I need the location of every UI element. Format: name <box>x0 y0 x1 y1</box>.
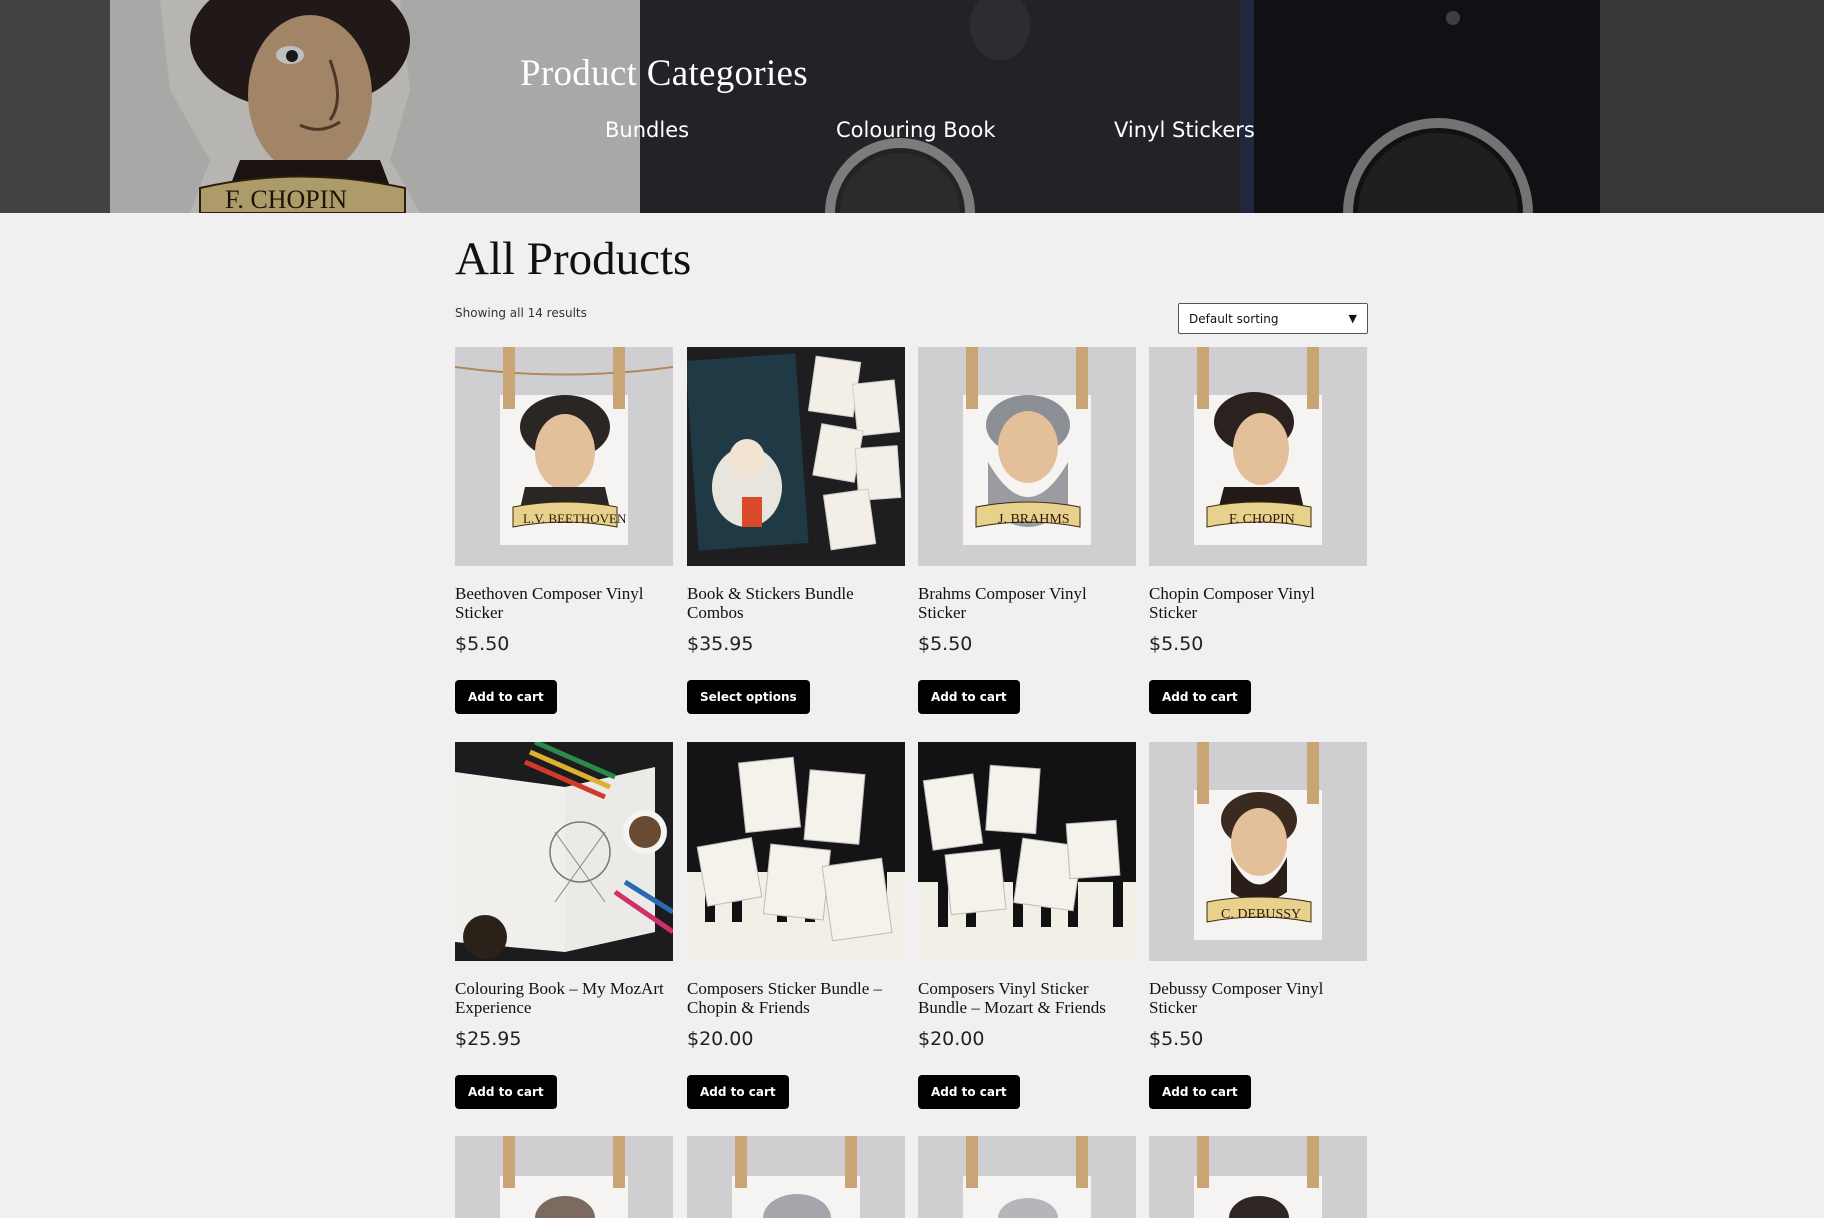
product-image[interactable] <box>687 347 905 566</box>
sticker-label-text: F. CHOPIN <box>1229 512 1295 527</box>
product-card: C. DEBUSSY Debussy Composer Vinyl Sticke… <box>1149 742 1367 1109</box>
product-card: L.V. BEETHOVEN Beethoven Composer Vinyl … <box>455 347 673 714</box>
sort-selected-value: Default sorting <box>1189 311 1279 326</box>
sticker-label-text: C. DEBUSSY <box>1221 907 1301 922</box>
product-name[interactable]: Book & Stickers Bundle Combos <box>687 584 905 622</box>
product-card: Composers Sticker Bundle – Chopin & Frie… <box>687 742 905 1109</box>
product-price: $25.95 <box>455 1028 522 1050</box>
add-to-cart-button[interactable]: Add to cart <box>918 680 1020 714</box>
add-to-cart-button[interactable]: Add to cart <box>687 1075 789 1109</box>
sticker-label-text: J. BRAHMS <box>998 512 1070 527</box>
product-image[interactable] <box>918 742 1136 961</box>
add-to-cart-button[interactable]: Add to cart <box>455 680 557 714</box>
add-to-cart-button[interactable]: Add to cart <box>455 1075 557 1109</box>
product-image-partial[interactable] <box>687 1136 905 1218</box>
product-name[interactable]: Brahms Composer Vinyl Sticker <box>918 584 1136 622</box>
result-count: Showing all 14 results <box>455 306 587 320</box>
chevron-down-icon: ▼ <box>1348 312 1357 325</box>
product-image[interactable]: C. DEBUSSY <box>1149 742 1367 961</box>
select-options-button[interactable]: Select options <box>687 680 810 714</box>
add-to-cart-button[interactable]: Add to cart <box>1149 680 1251 714</box>
product-card: F. CHOPIN Chopin Composer Vinyl Sticker … <box>1149 347 1367 714</box>
hero-banner: F. CHOPIN Product Categories Bundles Col… <box>0 0 1824 213</box>
category-link-bundles[interactable]: Bundles <box>605 118 689 142</box>
category-link-vinyl-stickers[interactable]: Vinyl Stickers <box>1114 118 1255 142</box>
add-to-cart-button[interactable]: Add to cart <box>1149 1075 1251 1109</box>
product-price: $35.95 <box>687 633 754 655</box>
product-price: $5.50 <box>918 633 973 655</box>
product-name[interactable]: Colouring Book – My MozArt Experience <box>455 979 673 1017</box>
hero-title: Product Categories <box>520 53 808 94</box>
category-link-colouring-book[interactable]: Colouring Book <box>836 118 996 142</box>
product-price: $20.00 <box>918 1028 985 1050</box>
sticker-label-text: L.V. BEETHOVEN <box>523 511 627 526</box>
product-price: $5.50 <box>1149 1028 1204 1050</box>
hero-overlay <box>0 0 1824 213</box>
product-card: Composers Vinyl Sticker Bundle – Mozart … <box>918 742 1136 1109</box>
product-price: $20.00 <box>687 1028 754 1050</box>
product-card: J. BRAHMS Brahms Composer Vinyl Sticker … <box>918 347 1136 714</box>
add-to-cart-button[interactable]: Add to cart <box>918 1075 1020 1109</box>
sort-dropdown[interactable]: Default sorting ▼ <box>1178 303 1368 334</box>
product-image[interactable]: F. CHOPIN <box>1149 347 1367 566</box>
product-image-partial[interactable] <box>918 1136 1136 1218</box>
product-name[interactable]: Debussy Composer Vinyl Sticker <box>1149 979 1367 1017</box>
product-card: Colouring Book – My MozArt Experience $2… <box>455 742 673 1109</box>
product-name[interactable]: Beethoven Composer Vinyl Sticker <box>455 584 673 622</box>
product-price: $5.50 <box>1149 633 1204 655</box>
product-image[interactable] <box>455 742 673 961</box>
product-image[interactable]: L.V. BEETHOVEN <box>455 347 673 566</box>
product-price: $5.50 <box>455 633 510 655</box>
product-image-partial[interactable] <box>455 1136 673 1218</box>
page-title: All Products <box>455 233 692 285</box>
product-image[interactable]: J. BRAHMS <box>918 347 1136 566</box>
product-name[interactable]: Chopin Composer Vinyl Sticker <box>1149 584 1367 622</box>
product-card: Book & Stickers Bundle Combos $35.95 Sel… <box>687 347 905 714</box>
product-name[interactable]: Composers Vinyl Sticker Bundle – Mozart … <box>918 979 1136 1017</box>
product-image-partial[interactable] <box>1149 1136 1367 1218</box>
product-name[interactable]: Composers Sticker Bundle – Chopin & Frie… <box>687 979 905 1017</box>
product-image[interactable] <box>687 742 905 961</box>
